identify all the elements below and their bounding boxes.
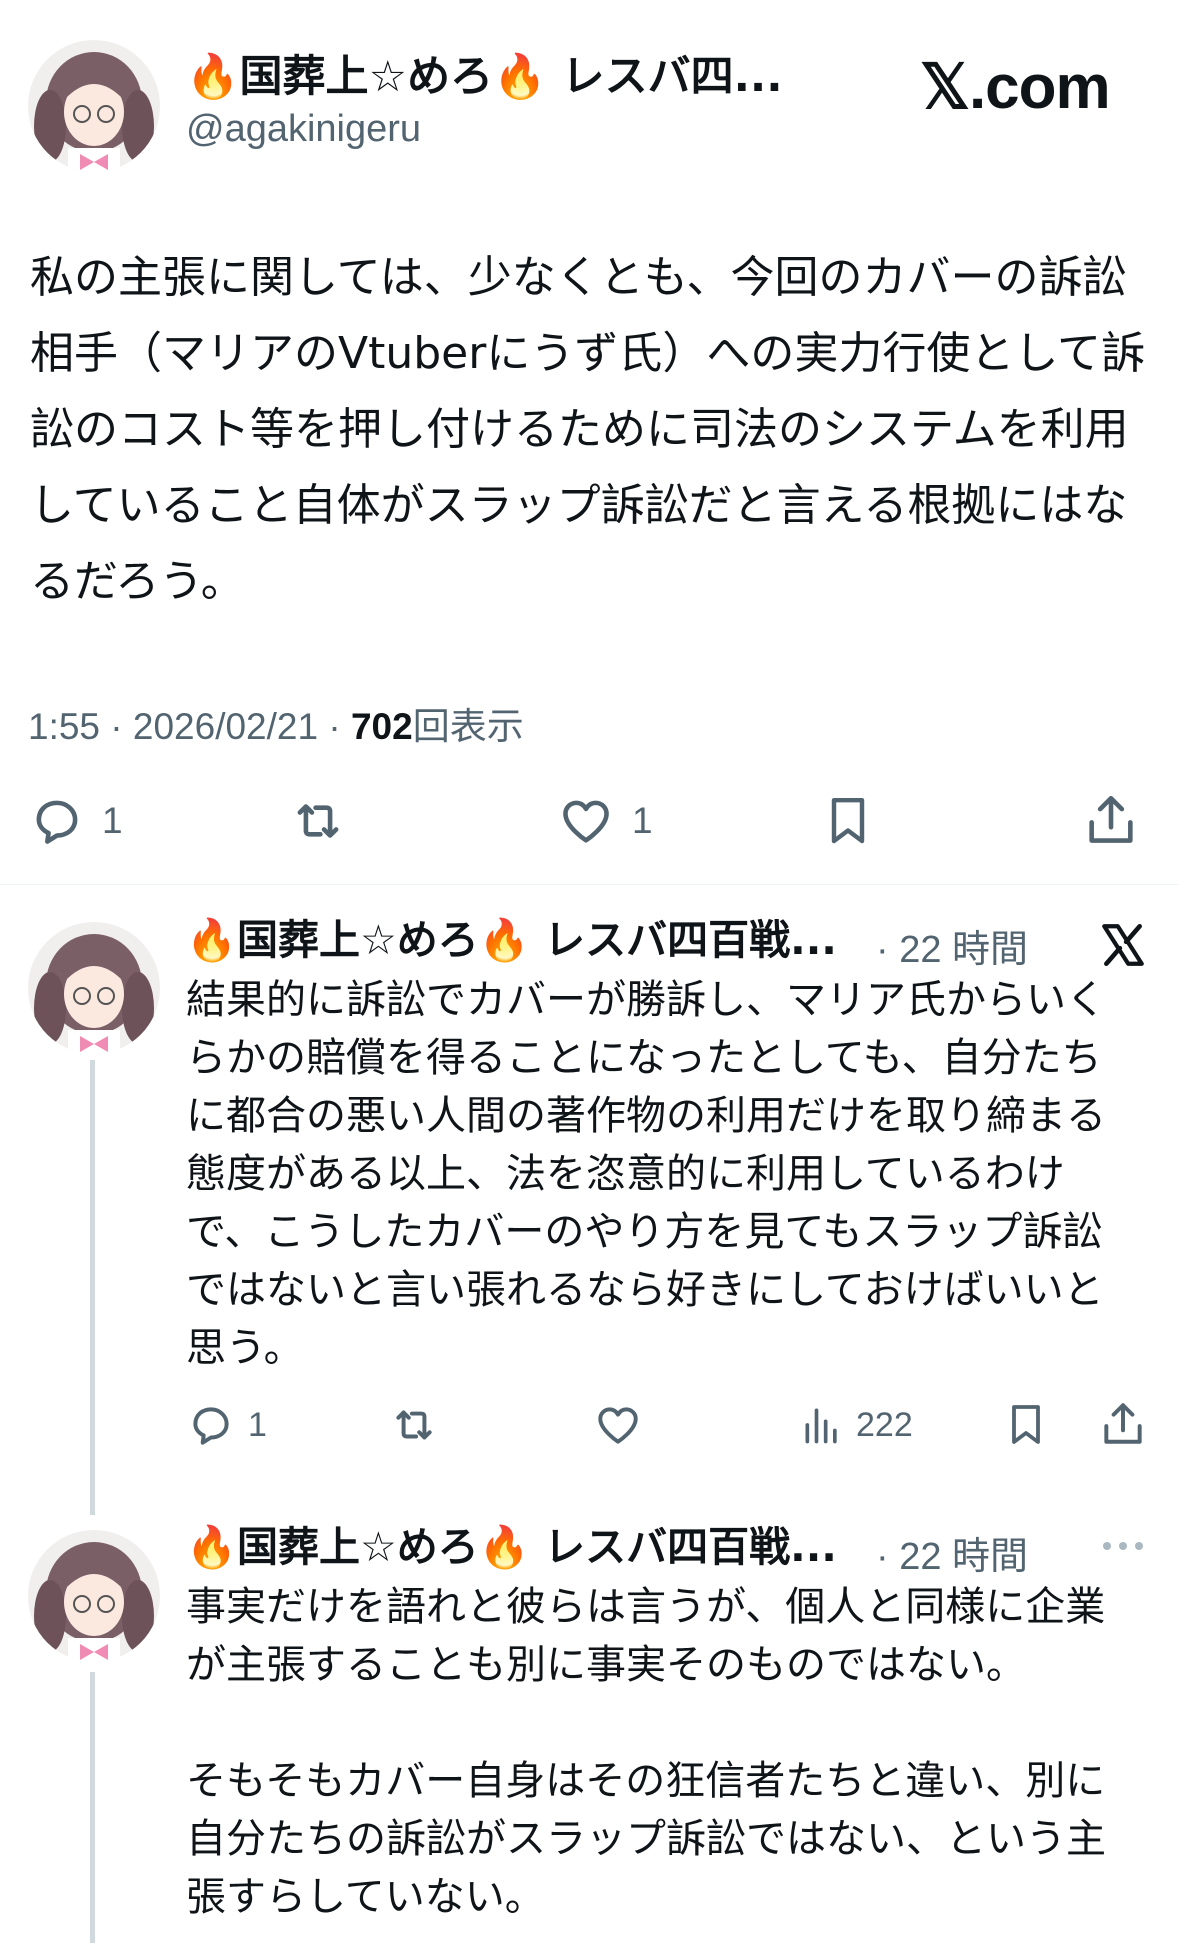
retweet-button[interactable] (288, 792, 348, 850)
author-name[interactable]: 🔥国葬上☆めろ🔥 レスバ四... (186, 52, 783, 102)
like-icon (598, 1407, 638, 1444)
reply-count: 1 (248, 1405, 267, 1444)
like-button[interactable]: 1 (556, 792, 653, 850)
reply-count: 1 (102, 800, 123, 841)
bookmark-button[interactable] (1002, 1398, 1050, 1450)
reply-avatar[interactable] (28, 922, 160, 1054)
reply-timestamp[interactable]: · 22 時間 (876, 1525, 1028, 1580)
share-button[interactable] (1098, 1398, 1148, 1450)
tweet-meta: 1:55 · 2026/02/21 · 702回表示 (28, 696, 524, 750)
like-icon (563, 800, 609, 843)
thread-line (90, 1060, 95, 1515)
reply-text: 結果的に訴訟でカバーが勝訴し、マリア氏からいくらかの賠償を得ることになったとして… (186, 977, 1106, 1371)
views-count: 222 (856, 1405, 913, 1444)
thread-line (90, 1672, 95, 1943)
share-button[interactable] (1082, 790, 1140, 850)
views-icon (805, 1408, 837, 1444)
avatar[interactable] (28, 40, 160, 172)
reply-text: そもそもカバー自身はその狂信者たちと違い、別に自分たちの訴訟がスラップ訴訟ではな… (186, 1758, 1106, 1920)
bookmark-icon (1012, 1405, 1040, 1444)
like-button[interactable] (592, 1400, 644, 1450)
reply-avatar[interactable] (28, 1530, 160, 1662)
bookmark-button[interactable] (820, 790, 876, 850)
views-button[interactable]: 222 (800, 1400, 913, 1450)
x-logo-icon (1098, 920, 1148, 974)
share-icon (1104, 1403, 1142, 1444)
reply-icon (36, 800, 78, 844)
share-icon (1089, 795, 1133, 843)
x-logo-icon: 𝕏.com (920, 53, 1111, 122)
like-count: 1 (632, 800, 653, 841)
views-label: 回表示 (412, 706, 524, 747)
reply-author-name[interactable]: 🔥国葬上☆めろ🔥 レスバ四百戦... (186, 915, 837, 965)
reply-icon (193, 1407, 229, 1445)
reply-button[interactable]: 1 (28, 792, 123, 850)
divider (0, 884, 1179, 885)
bookmark-icon (831, 797, 865, 844)
reply-button[interactable]: 1 (186, 1400, 267, 1450)
retweet-icon (297, 804, 339, 838)
retweet-icon (396, 1410, 432, 1440)
tweet-timestamp[interactable]: 1:55 · 2026/02/21 · (28, 706, 351, 747)
tweet-text: 私の主張に関しては、少なくとも、今回のカバーの訴訟相手（マリアのVtuberにう… (30, 252, 1146, 607)
author-handle[interactable]: @agakinigeru (186, 108, 421, 151)
views-count: 702 (350, 706, 413, 747)
more-icon[interactable] (1100, 1534, 1146, 1562)
reply-text: 事実だけを語れと彼らは言うが、個人と同様に企業が主張することも別に事実そのもので… (186, 1584, 1106, 1688)
retweet-button[interactable] (388, 1400, 440, 1450)
reply-author-name[interactable]: 🔥国葬上☆めろ🔥 レスバ四百戦... (186, 1522, 837, 1572)
reply-timestamp[interactable]: · 22 時間 (876, 918, 1028, 973)
